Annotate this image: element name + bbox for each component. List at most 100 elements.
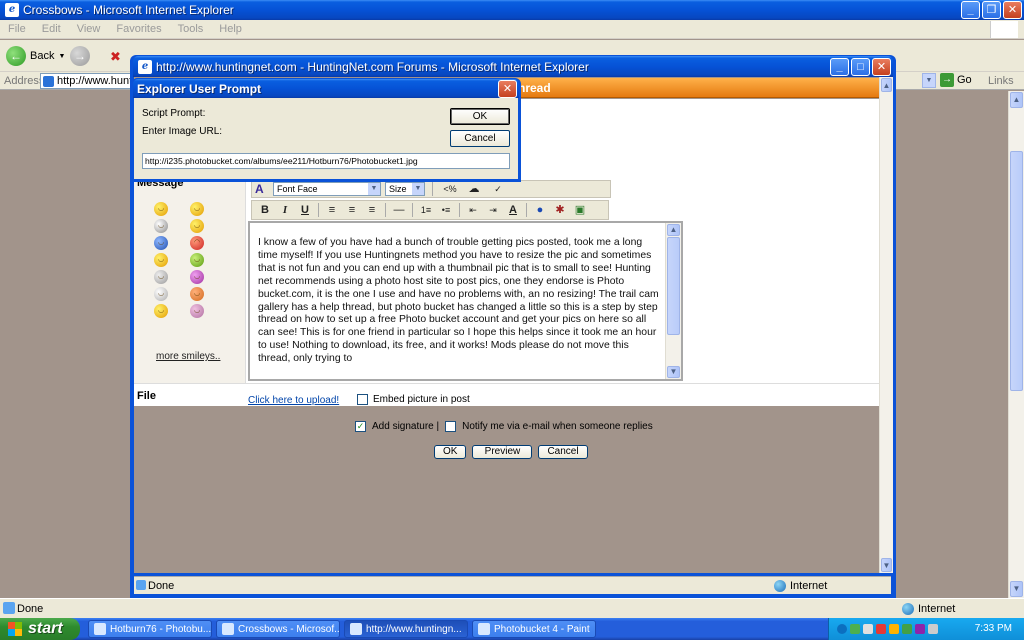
smiley-icon[interactable]: ◡ [190,219,204,233]
update-icon[interactable] [902,624,912,634]
security-icon[interactable] [876,624,886,634]
close-button[interactable]: ✕ [1003,1,1022,19]
scroll-up-icon[interactable]: ▲ [1010,92,1023,108]
bold-icon[interactable]: B [255,202,275,218]
smiley-icon[interactable]: ◡ [154,304,168,318]
align-left-icon[interactable]: ≡ [322,202,342,218]
smiley-icon[interactable]: ◡ [190,253,204,267]
menu-view[interactable]: View [69,23,109,35]
scroll-down-icon[interactable]: ▼ [881,558,892,572]
inner-scrollbar[interactable]: ▲ ▼ [879,77,893,573]
scroll-thumb[interactable] [1010,151,1023,391]
preview-button[interactable]: Preview [472,445,533,459]
underline-icon[interactable]: U [295,202,315,218]
scroll-down-icon[interactable]: ▼ [1010,581,1023,597]
smiley-icon[interactable]: ◡ [190,304,204,318]
italic-icon[interactable]: I [275,202,295,218]
start-button[interactable]: start [0,618,80,640]
insert-image-icon[interactable]: ▣ [570,202,590,218]
restore-button[interactable]: ❐ [982,1,1001,19]
prompt-dialog-titlebar[interactable]: Explorer User Prompt ✕ [133,79,519,98]
dialog-cancel-button[interactable]: Cancel [450,130,510,147]
task-label: Hotburn76 - Photobu... [110,623,212,635]
quote-icon[interactable]: ☁ [464,181,484,197]
back-dropdown-icon[interactable]: ▼ [58,53,65,60]
clock[interactable]: 7:33 PM [975,623,1012,634]
minimize-button[interactable]: _ [830,57,849,76]
smiley-icon[interactable]: ◡ [154,287,168,301]
inner-window-titlebar[interactable]: e http://www.huntingnet.com - HuntingNet… [133,56,893,77]
unlink-icon[interactable]: ✱ [550,202,570,218]
dialog-ok-button[interactable]: OK [450,108,510,125]
stop-icon[interactable]: ✖ [110,49,124,64]
messenger-icon[interactable] [915,624,925,634]
antivirus-icon[interactable] [889,624,899,634]
menu-edit[interactable]: Edit [34,23,69,35]
outer-status-bar: Done Internet [0,598,1024,618]
menu-file[interactable]: File [0,23,34,35]
links-label[interactable]: Links [988,75,1014,87]
smiley-icon[interactable]: ◠ [190,236,204,250]
maximize-button[interactable]: □ [851,57,870,76]
editor-scrollbar[interactable]: ▲ ▼ [665,223,681,379]
taskbar-item-paint[interactable]: Photobucket 4 - Paint [472,620,596,638]
embed-checkbox[interactable] [357,394,368,405]
bullet-list-icon[interactable]: •≡ [436,202,456,218]
close-button[interactable]: ✕ [498,79,517,98]
volume-icon[interactable] [863,624,873,634]
menu-favorites[interactable]: Favorites [108,23,169,35]
more-smileys-link[interactable]: more smileys.. [156,351,220,362]
taskbar-item-photobucket[interactable]: Hotburn76 - Photobu... [88,620,212,638]
scroll-up-icon[interactable]: ▲ [667,224,680,236]
menu-tools[interactable]: Tools [170,23,212,35]
smiley-icon[interactable]: ◡ [190,270,204,284]
scroll-thumb[interactable] [667,237,680,335]
numbered-list-icon[interactable]: 1≡ [416,202,436,218]
message-editor[interactable]: I know a few of you have had a bunch of … [248,221,683,381]
font-icon[interactable]: A [255,182,269,196]
forward-arrow-icon[interactable]: → [70,46,90,66]
outer-window-titlebar[interactable]: e Crossbows - Microsoft Internet Explore… [0,0,1024,20]
smiley-icon[interactable]: ◡ [154,253,168,267]
outdent-icon[interactable]: ⇤ [463,202,483,218]
back-button[interactable]: ← Back ▼ [6,46,65,66]
upload-link[interactable]: Click here to upload! [248,395,339,406]
indent-icon[interactable]: ⇥ [483,202,503,218]
network-icon[interactable] [850,624,860,634]
go-button[interactable]: → Go [940,73,972,87]
font-face-select[interactable]: Font Face ▼ [273,182,381,196]
size-select[interactable]: Size ▼ [385,182,425,196]
back-label: Back [30,50,55,62]
horizontal-rule-icon[interactable]: — [389,202,409,218]
scroll-up-icon[interactable]: ▲ [881,78,892,92]
text-color-icon[interactable]: A [503,202,523,218]
menu-help[interactable]: Help [211,23,250,35]
close-button[interactable]: ✕ [872,57,891,76]
spellcheck-icon[interactable]: ✓ [488,181,508,197]
add-signature-checkbox[interactable]: ✓ [355,421,366,432]
taskbar-item-huntingnet[interactable]: http://www.huntingn... [344,620,468,638]
address-input[interactable]: http://www.huntin [40,73,136,89]
align-right-icon[interactable]: ≡ [362,202,382,218]
notify-checkbox[interactable] [445,421,457,432]
image-url-input[interactable]: http://i235.photobucket.com/albums/ee211… [142,153,510,169]
taskbar-item-crossbows[interactable]: Crossbows - Microsof... [216,620,340,638]
smiley-icon[interactable]: ◡ [154,270,168,284]
smiley-icon[interactable]: ◡ [154,219,168,233]
minimize-button[interactable]: _ [961,1,980,19]
smiley-icon[interactable]: ◡ [154,236,168,250]
insert-link-icon[interactable]: ● [530,202,550,218]
smiley-icon[interactable]: ◡ [154,202,168,216]
outer-scrollbar[interactable]: ▲ ▼ [1008,91,1024,598]
code-icon[interactable]: <% [440,181,460,197]
ok-button[interactable]: OK [434,445,467,459]
tray-arrow-icon[interactable] [837,624,847,634]
smiley-icon[interactable]: ◡ [190,202,204,216]
cancel-button[interactable]: Cancel [538,445,588,459]
enter-image-url-label: Enter Image URL: [142,126,223,137]
scroll-down-icon[interactable]: ▼ [667,366,680,378]
device-icon[interactable] [928,624,938,634]
smiley-icon[interactable]: ◡ [190,287,204,301]
align-center-icon[interactable]: ≡ [342,202,362,218]
address-dropdown-icon[interactable]: ▼ [922,73,936,88]
